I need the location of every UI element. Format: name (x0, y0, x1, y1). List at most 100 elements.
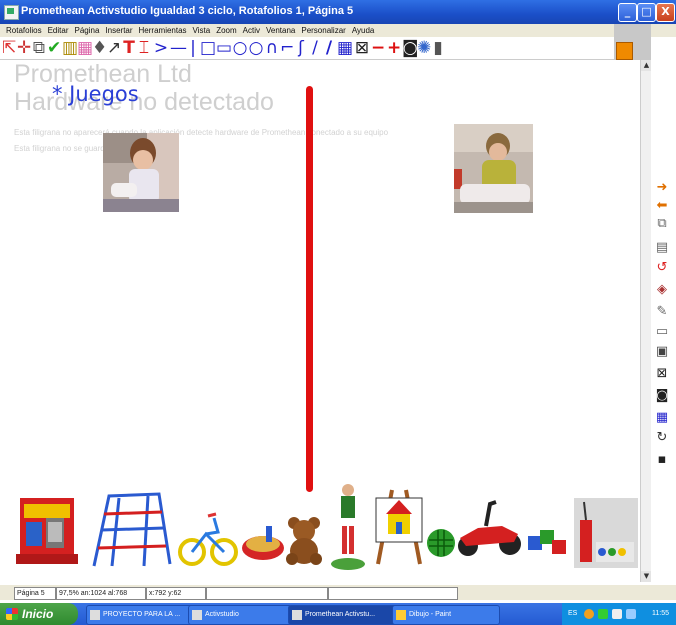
toy-go-kart-image[interactable] (456, 498, 522, 560)
language-indicator[interactable]: ES (568, 603, 577, 625)
toy-teddy-bear-image[interactable] (284, 515, 324, 565)
menu-personalizar[interactable]: Personalizar (301, 26, 345, 35)
taskbar-label: PROYECTO PARA LA ... (103, 611, 181, 618)
copy-page-icon[interactable]: ⧉ (655, 216, 669, 232)
minimize-button[interactable]: _ (618, 3, 637, 22)
taskbar-button-paint[interactable]: Dibujo - Paint (392, 605, 500, 625)
red-divider-line[interactable] (306, 86, 313, 492)
drawing-toolbar: ⇱ ✛ ⧉ ✔ ▥ ▦ ♦ ↗ T ⌶ > — | □ ▭ ○ ○ ∩ ⌐ ʃ … (0, 37, 614, 60)
hand-link-icon[interactable]: ⊠ (655, 366, 669, 382)
taskbar-button-proyecto[interactable]: PROYECTO PARA LA ... (86, 605, 194, 625)
toy-kitchen-image[interactable] (16, 494, 78, 566)
menu-ayuda[interactable]: Ayuda (352, 26, 375, 35)
save-icon[interactable]: ▪ (655, 452, 669, 468)
orange-tool-icon[interactable] (616, 42, 633, 60)
page-number-icon[interactable]: ▣ (655, 344, 669, 360)
taskbar: Inicio PROYECTO PARA LA ... Activstudio … (0, 603, 676, 625)
grid-icon[interactable]: ▦ (337, 38, 353, 58)
arrow-line-icon[interactable]: > (152, 38, 170, 58)
rectangle-icon[interactable]: □ (200, 38, 216, 58)
thick-line-icon[interactable]: / (322, 38, 336, 58)
menu-rotafolios[interactable]: Rotafolios (6, 26, 42, 35)
toy-soccer-player-image[interactable] (330, 482, 366, 572)
tray-icon-3[interactable] (612, 609, 622, 619)
camera-icon[interactable]: ◙ (402, 38, 419, 58)
menu-pagina[interactable]: Página (74, 26, 99, 35)
toy-paint-set-image[interactable] (574, 498, 638, 568)
status-bar: Página 5 97,5% an:1024 al:768 x:792 y:62 (0, 585, 676, 600)
text-icon[interactable]: T (122, 38, 136, 58)
toy-ball-image[interactable] (426, 528, 456, 558)
title-bar: Promethean Activstudio Igualdad 3 ciclo,… (0, 0, 676, 24)
app-icon (4, 5, 19, 20)
plus-icon[interactable]: + (387, 38, 401, 58)
ellipse-icon[interactable]: ○ (248, 38, 264, 58)
tray-icon-2[interactable] (598, 609, 608, 619)
toy-climbing-frame-image[interactable] (84, 488, 174, 568)
marker-icon[interactable]: ↗ (107, 38, 121, 58)
diagonal-line-icon[interactable]: / (308, 38, 322, 58)
vertical-line-icon[interactable]: | (186, 38, 200, 58)
promethean-icon (292, 610, 302, 620)
taskbar-button-promethean[interactable]: Promethean Activstu... (288, 605, 400, 625)
status-coords: x:792 y:62 (146, 587, 206, 600)
text-box-icon[interactable]: ⌶ (137, 38, 151, 58)
windows-flag-icon (6, 608, 18, 620)
status-field-empty-2 (328, 587, 458, 600)
circle-icon[interactable]: ○ (232, 38, 248, 58)
page-sorter-icon[interactable]: ▤ (655, 240, 669, 256)
word-doc-icon (90, 610, 100, 620)
toy-bicycle-image[interactable] (178, 512, 238, 568)
toy-sandbox-image[interactable] (240, 524, 286, 564)
redo-icon[interactable]: ↻ (655, 430, 669, 446)
camera-tool-icon[interactable]: ◙ (655, 388, 669, 404)
menu-insertar[interactable]: Insertar (105, 26, 132, 35)
freehand-icon[interactable]: ʃ (294, 38, 308, 58)
photo-child-washing-left[interactable] (103, 133, 179, 212)
taskbar-button-activstudio[interactable]: Activstudio (188, 605, 292, 625)
toy-blocks-image[interactable] (526, 528, 568, 560)
fill-icon[interactable]: ♦ (92, 38, 107, 58)
maximize-button[interactable]: □ (637, 3, 656, 22)
activstudio-icon (192, 610, 202, 620)
menu-ventana[interactable]: Ventana (266, 26, 295, 35)
tray-icon-4[interactable] (626, 609, 636, 619)
minus-icon[interactable]: − (371, 38, 385, 58)
menu-bar: Rotafolios Editar Página Insertar Herramient… (0, 24, 676, 37)
pointer-hand-icon[interactable]: ✛ (17, 38, 31, 58)
pen-icon[interactable]: ✔ (47, 38, 61, 58)
toy-easel-image[interactable] (370, 486, 430, 566)
menu-editar[interactable]: Editar (48, 26, 69, 35)
grid-tool-icon[interactable]: ▦ (655, 410, 669, 426)
line-icon[interactable]: — (170, 38, 187, 58)
undo-red-icon[interactable]: ↺ (655, 260, 669, 276)
window-title: Promethean Activstudio Igualdad 3 ciclo,… (21, 5, 354, 17)
palette-stack-icon[interactable]: ◈ (655, 282, 669, 298)
link-icon[interactable]: ⊠ (354, 38, 370, 58)
arrow-left-icon[interactable]: ⬅ (655, 198, 669, 214)
system-tray: ES 11:55 (562, 603, 676, 625)
menu-zoom[interactable]: Zoom (216, 26, 236, 35)
photo-child-washing-right[interactable] (454, 124, 533, 213)
menu-activ[interactable]: Activ (243, 26, 260, 35)
start-button[interactable]: Inicio (0, 603, 78, 625)
watermark-line1: Esta filigrana no aparecerá cuando la ap… (14, 128, 389, 137)
close-button[interactable]: X (656, 3, 675, 22)
pin-icon[interactable]: ✎ (655, 304, 669, 320)
arrow-right-icon[interactable]: ➜ (655, 180, 669, 196)
highlighter-icon[interactable]: ▦ (77, 38, 93, 58)
trash-icon[interactable]: ▮ (432, 38, 444, 58)
dual-page-icon[interactable]: ▭ (655, 324, 669, 340)
stamp-icon[interactable]: ▥ (62, 38, 78, 58)
menu-herramientas[interactable]: Herramientas (139, 26, 187, 35)
tray-icon-1[interactable] (584, 609, 594, 619)
select-arrow-icon[interactable]: ⇱ (2, 38, 16, 58)
rectangle-outline-icon[interactable]: ▭ (216, 38, 232, 58)
menu-vista[interactable]: Vista (193, 26, 211, 35)
clock[interactable]: 11:55 (652, 603, 669, 625)
taskbar-label: Dibujo - Paint (409, 611, 452, 618)
palette-icon[interactable]: ✺ (417, 38, 431, 58)
curve-icon[interactable]: ⌐ (280, 38, 294, 58)
clone-icon[interactable]: ⧉ (32, 38, 46, 58)
arc-icon[interactable]: ∩ (264, 38, 280, 58)
